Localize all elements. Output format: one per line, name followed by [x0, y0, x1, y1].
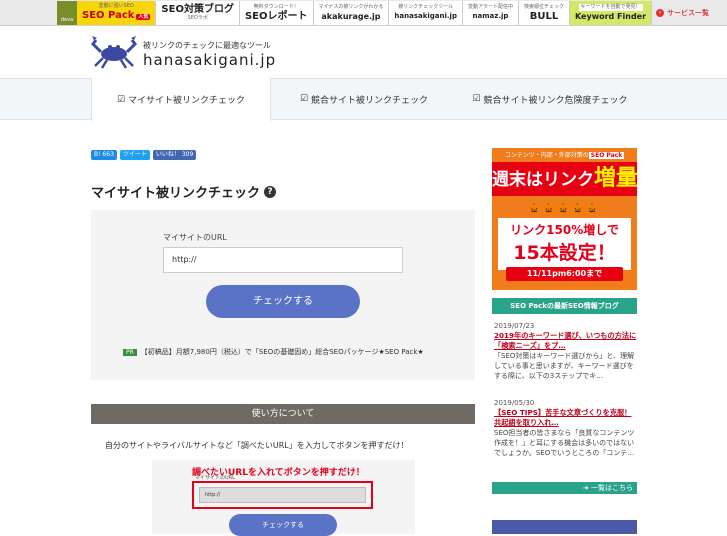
pumpkin-icon: 🎃🎃🎃🎃🎃 — [528, 204, 601, 215]
service-bar: deva 変動に強いSEO SEO Pack 人気 SEO対策ブログ SEOラボ … — [0, 0, 727, 26]
blog-post-date: 2019/07/23 — [494, 322, 535, 330]
blog-post-date: 2019/05/30 — [494, 399, 535, 407]
pr-text: 【初稿品】月額7,980円（税込）で「SEOの基礎固め」総合SEOパッケージ★S… — [140, 348, 424, 356]
banner-line4: 15本設定！ — [513, 242, 616, 264]
service-namaz[interactable]: 変動アラート配信中 namaz.jp — [462, 1, 519, 25]
service-hanasakigani-name: hanasakigani.jp — [394, 12, 457, 20]
blog-post: 2019/07/23 2019年のキーワード選び、いつもの方法に「検索ニーズ」を… — [494, 321, 637, 381]
pr-tag: PR — [123, 348, 137, 356]
service-bull[interactable]: 検索順位チェック BULL — [518, 1, 570, 25]
banner-line1: コンテンツ・内部・外部対策の SEO Pack — [504, 152, 625, 159]
banner-line3: リンク150%増しで — [510, 223, 619, 237]
site-name[interactable]: hanasakigani.jp — [143, 51, 276, 69]
social-buttons: B! 663 ツイート いいね！ 309 — [91, 150, 197, 160]
service-bull-name: BULL — [529, 11, 559, 22]
crab-logo-icon[interactable] — [90, 34, 138, 70]
service-namaz-sub: 変動アラート配信中 — [467, 4, 513, 10]
tweet-button[interactable]: ツイート — [119, 150, 150, 160]
blog-post-title[interactable]: 【SEO TIPS】苦手な文章づくりを克服！共起語を取り入れ… — [494, 408, 637, 428]
howto-illustration: 調べたいURLを入れてボタンを押すだけ！ マイサイトのURL http:// チ… — [152, 460, 415, 536]
tab-mysite-backlink-check[interactable]: ☑ マイサイト被リンクチェック — [91, 78, 271, 121]
service-bar-links: deva 変動に強いSEO SEO Pack 人気 SEO対策ブログ SEOラボ … — [57, 1, 713, 25]
blog-more-link[interactable]: ➔ 一覧はこちら — [492, 482, 637, 494]
service-bull-sub: 検索順位チェック — [523, 4, 564, 10]
check-form: マイサイトのURL http:// チェックする PR 【初稿品】月額7,980… — [91, 210, 475, 380]
service-akakurage-sub: マイナスの被リンクがわかる — [318, 4, 384, 10]
blog-post-excerpt: 「SEO対策はキーワード選びから」と、理解している事と思いますが、キーワード選び… — [494, 352, 635, 380]
service-seo-pack-sub: 変動に強いSEO — [98, 3, 134, 9]
service-seo-blog-name: SEO対策ブログ — [161, 4, 234, 15]
howto-check-button: チェックする — [229, 514, 337, 536]
popular-badge: 人気 — [136, 14, 151, 20]
service-akakurage[interactable]: マイナスの被リンクがわかる akakurage.jp — [313, 1, 390, 25]
howto-url-input: http:// — [199, 487, 366, 503]
page-title-text: マイサイト被リンクチェック — [91, 186, 261, 201]
tab-mysite-backlink-check-label: マイサイト被リンクチェック — [128, 96, 246, 106]
seo-pack-banner[interactable]: コンテンツ・内部・外部対策の SEO Pack 週末はリンク増量 🎃🎃🎃🎃🎃 リン… — [492, 148, 637, 290]
service-list-label: サービス一覧 — [667, 9, 710, 17]
howto-url-label: マイサイトのURL — [195, 475, 235, 481]
banner-panel: リンク150%増しで 15本設定！ — [498, 218, 631, 270]
howto-description: 自分のサイトやライバルサイトなど「調べたいURL」を入力してボタンを押すだけ！ — [105, 441, 409, 450]
blog-post-excerpt: SEO担当者の皆さまなら「良質なコンテンツ作成を！」と耳にする機会は多いのではな… — [494, 429, 635, 457]
service-seo-pack-name: SEO Pack 人気 — [82, 10, 151, 21]
service-seo-report[interactable]: 無料ダウンロード！ SEOレポート — [239, 1, 314, 25]
service-akakurage-name: akakurage.jp — [321, 12, 381, 21]
arrow-right-icon: › — [656, 9, 665, 17]
help-icon[interactable]: ? — [264, 185, 277, 198]
service-list-link[interactable]: › サービス一覧 — [652, 1, 713, 25]
checkbox-icon: ☑ — [299, 94, 309, 104]
checkbox-icon: ☑ — [116, 94, 126, 105]
site-header: 被リンクのチェックに最適なツール hanasakigani.jp — [90, 34, 490, 74]
url-input[interactable]: http:// — [163, 247, 403, 273]
service-namaz-name: namaz.jp — [472, 12, 509, 20]
blog-more-label: 一覧はこちら — [591, 484, 633, 492]
page-title: マイサイト被リンクチェック ? — [91, 182, 277, 201]
tab-competitor-risk-check[interactable]: ☑ 競合サイト被リンク危険度チェック — [457, 78, 643, 120]
service-keyword-finder-name: Keyword Finder — [575, 12, 647, 21]
blog-heading: SEO Packの最新SEO情報ブログ — [492, 298, 637, 314]
banner-line2: 週末はリンク増量 — [492, 162, 637, 196]
deva-logo[interactable]: deva — [57, 1, 77, 25]
tab-competitor-backlink-check-label: 競合サイト被リンクチェック — [311, 95, 429, 106]
arrow-right-icon: ➔ — [582, 484, 589, 492]
url-label: マイサイトのURL — [163, 233, 227, 242]
pr-link[interactable]: PR 【初稿品】月額7,980円（税込）で「SEOの基礎固め」総合SEOパッケー… — [123, 347, 424, 357]
service-seo-blog[interactable]: SEO対策ブログ SEOラボ — [156, 1, 240, 25]
howto-heading: 使い方について — [91, 404, 475, 424]
service-seo-report-sub: 無料ダウンロード！ — [253, 4, 299, 10]
facebook-like-button[interactable]: いいね！ 309 — [152, 150, 197, 160]
hatena-bookmark-button[interactable]: B! 663 — [91, 150, 117, 160]
service-seo-report-name: SEOレポート — [244, 11, 308, 22]
service-seo-blog-sub: SEOラボ — [187, 15, 208, 21]
sidebar-next-banner — [492, 520, 637, 534]
service-hanasakigani-sub: 被リンクチェックツール — [398, 4, 454, 10]
tab-competitor-risk-check-label: 競合サイト被リンク危険度チェック — [483, 95, 628, 106]
blog-post: 2019/05/30 【SEO TIPS】苦手な文章づくりを克服！共起語を取り入… — [494, 398, 637, 458]
checkbox-icon: ☑ — [472, 94, 481, 104]
service-hanasakigani[interactable]: 被リンクチェックツール hanasakigani.jp — [389, 1, 463, 25]
check-button[interactable]: チェックする — [206, 285, 360, 318]
blog-post-title[interactable]: 2019年のキーワード選び、いつもの方法に「検索ニーズ」をプ… — [494, 331, 637, 351]
tab-competitor-backlink-check[interactable]: ☑ 競合サイト被リンクチェック — [271, 78, 457, 120]
service-seo-pack[interactable]: 変動に強いSEO SEO Pack 人気 — [77, 1, 157, 25]
banner-deadline: 11/11pm6:00まで — [506, 267, 623, 281]
service-keyword-finder-sub: キーワードを自動で発見！ — [578, 4, 643, 11]
service-keyword-finder[interactable]: キーワードを自動で発見！ Keyword Finder — [570, 1, 653, 25]
site-tagline: 被リンクのチェックに最適なツール — [143, 41, 271, 50]
howto-highlight-box: http:// — [192, 481, 373, 509]
